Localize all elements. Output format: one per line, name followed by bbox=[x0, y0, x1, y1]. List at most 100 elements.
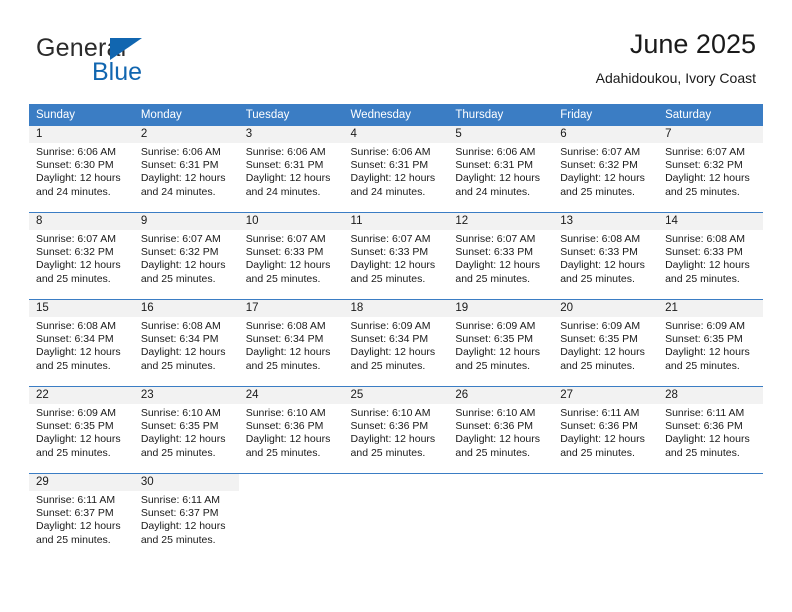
sunrise-text: Sunrise: 6:07 AM bbox=[245, 233, 326, 245]
sunrise-text: Sunrise: 6:10 AM bbox=[140, 407, 221, 419]
calendar-day-cell[interactable]: 6 Sunrise: 6:07 AM Sunset: 6:32 PM Daylight… bbox=[553, 126, 659, 213]
sunset-text: Sunset: 6:32 PM bbox=[560, 159, 638, 172]
calendar-day-cell-empty bbox=[553, 473, 659, 560]
calendar-day-cell[interactable]: 30 Sunrise: 6:11 AM Sunset: 6:37 PM Dayligh… bbox=[133, 473, 239, 560]
sunset-text: Sunset: 6:32 PM bbox=[140, 246, 219, 259]
calendar-day-cell[interactable]: 24 Sunrise: 6:10 AM Sunset: 6:36 PM Dayligh… bbox=[238, 386, 344, 474]
sunrise-text: Sunrise: 6:11 AM bbox=[560, 407, 640, 419]
sunrise-text: Sunrise: 6:08 AM bbox=[140, 320, 221, 332]
daylight-text-line2: and 24 minutes. bbox=[140, 185, 216, 198]
day-number bbox=[343, 474, 449, 491]
daylight-text-line2: and 25 minutes. bbox=[245, 272, 321, 285]
day-number: 17 bbox=[238, 300, 344, 317]
day-number: 5 bbox=[448, 126, 554, 143]
daylight-text-line2: and 25 minutes. bbox=[36, 533, 111, 546]
calendar-day-cell[interactable]: 8 Sunrise: 6:07 AM Sunset: 6:32 PM Daylight… bbox=[29, 212, 134, 300]
daylight-text-line2: and 25 minutes. bbox=[36, 272, 111, 285]
sunset-text: Sunset: 6:33 PM bbox=[560, 246, 638, 259]
sunrise-text: Sunrise: 6:10 AM bbox=[455, 407, 536, 419]
day-number: 20 bbox=[553, 300, 659, 317]
sunrise-text: Sunrise: 6:09 AM bbox=[36, 407, 116, 419]
sunset-text: Sunset: 6:31 PM bbox=[455, 159, 534, 172]
calendar-day-cell[interactable]: 18 Sunrise: 6:09 AM Sunset: 6:34 PM Dayligh… bbox=[343, 299, 449, 387]
daylight-text-line2: and 25 minutes. bbox=[665, 185, 740, 198]
calendar-page: General Blue June 2025 Adahidoukou, Ivor… bbox=[0, 0, 792, 612]
daylight-text-line1: Daylight: 12 hours bbox=[140, 433, 226, 446]
calendar-table: Sunday Monday Tuesday Wednesday Thursday… bbox=[29, 104, 763, 560]
day-number bbox=[238, 474, 344, 491]
day-number bbox=[658, 474, 763, 491]
daylight-text-line2: and 25 minutes. bbox=[455, 359, 531, 372]
daylight-text-line2: and 25 minutes. bbox=[350, 446, 426, 459]
calendar-day-cell[interactable]: 9 Sunrise: 6:07 AM Sunset: 6:32 PM Daylight… bbox=[133, 212, 239, 300]
sunrise-text: Sunrise: 6:08 AM bbox=[665, 233, 746, 245]
day-number: 10 bbox=[238, 213, 344, 230]
sunset-text: Sunset: 6:37 PM bbox=[36, 507, 114, 520]
sunrise-text: Sunrise: 6:07 AM bbox=[560, 146, 641, 158]
page-title: June 2025 bbox=[629, 29, 756, 59]
calendar-day-cell[interactable]: 2 Sunrise: 6:06 AM Sunset: 6:31 PM Daylight… bbox=[133, 126, 239, 213]
calendar-day-cell[interactable]: 25 Sunrise: 6:10 AM Sunset: 6:36 PM Dayligh… bbox=[343, 386, 449, 474]
sunrise-text: Sunrise: 6:07 AM bbox=[140, 233, 221, 245]
daylight-text-line1: Daylight: 12 hours bbox=[140, 259, 226, 272]
day-number: 12 bbox=[448, 213, 554, 230]
day-number: 11 bbox=[343, 213, 449, 230]
calendar-day-cell[interactable]: 21 Sunrise: 6:09 AM Sunset: 6:35 PM Dayligh… bbox=[658, 299, 763, 387]
daylight-text-line1: Daylight: 12 hours bbox=[245, 433, 331, 446]
title-block: June 2025 Adahidoukou, Ivory Coast bbox=[596, 29, 756, 85]
brand-logo[interactable]: General Blue bbox=[36, 36, 266, 92]
daylight-text-line2: and 25 minutes. bbox=[665, 359, 740, 372]
calendar-day-cell[interactable]: 13 Sunrise: 6:08 AM Sunset: 6:33 PM Dayligh… bbox=[553, 212, 659, 300]
calendar-day-cell[interactable]: 11 Sunrise: 6:07 AM Sunset: 6:33 PM Dayligh… bbox=[343, 212, 449, 300]
calendar-day-cell[interactable]: 3 Sunrise: 6:06 AM Sunset: 6:31 PM Daylight… bbox=[238, 126, 344, 213]
weekday-header-thursday: Thursday bbox=[448, 104, 554, 126]
calendar-day-cell[interactable]: 16 Sunrise: 6:08 AM Sunset: 6:34 PM Dayligh… bbox=[133, 299, 239, 387]
daylight-text-line1: Daylight: 12 hours bbox=[455, 259, 541, 272]
daylight-text-line2: and 25 minutes. bbox=[140, 359, 216, 372]
calendar-day-cell[interactable]: 5 Sunrise: 6:06 AM Sunset: 6:31 PM Daylight… bbox=[448, 126, 554, 213]
sunset-text: Sunset: 6:36 PM bbox=[245, 420, 324, 433]
calendar-day-cell[interactable]: 17 Sunrise: 6:08 AM Sunset: 6:34 PM Dayligh… bbox=[238, 299, 344, 387]
sunrise-text: Sunrise: 6:06 AM bbox=[245, 146, 326, 158]
sunset-text: Sunset: 6:36 PM bbox=[350, 420, 429, 433]
sunrise-text: Sunrise: 6:08 AM bbox=[245, 320, 326, 332]
sunset-text: Sunset: 6:32 PM bbox=[665, 159, 743, 172]
calendar-week-row: 1 Sunrise: 6:06 AM Sunset: 6:30 PM Daylight… bbox=[29, 126, 763, 213]
calendar-day-cell[interactable]: 20 Sunrise: 6:09 AM Sunset: 6:35 PM Dayligh… bbox=[553, 299, 659, 387]
daylight-text-line1: Daylight: 12 hours bbox=[350, 259, 436, 272]
calendar-day-cell[interactable]: 28 Sunrise: 6:11 AM Sunset: 6:36 PM Dayligh… bbox=[658, 386, 763, 474]
daylight-text-line2: and 25 minutes. bbox=[560, 185, 635, 198]
calendar-day-cell[interactable]: 12 Sunrise: 6:07 AM Sunset: 6:33 PM Dayligh… bbox=[448, 212, 554, 300]
weekday-header-wednesday: Wednesday bbox=[343, 104, 449, 126]
calendar-day-cell[interactable]: 15 Sunrise: 6:08 AM Sunset: 6:34 PM Dayligh… bbox=[29, 299, 134, 387]
calendar-day-cell[interactable]: 26 Sunrise: 6:10 AM Sunset: 6:36 PM Dayligh… bbox=[448, 386, 554, 474]
daylight-text-line2: and 24 minutes. bbox=[350, 185, 426, 198]
weekday-header-monday: Monday bbox=[133, 104, 239, 126]
calendar-day-cell[interactable]: 14 Sunrise: 6:08 AM Sunset: 6:33 PM Dayligh… bbox=[658, 212, 763, 300]
calendar-day-cell[interactable]: 1 Sunrise: 6:06 AM Sunset: 6:30 PM Daylight… bbox=[29, 126, 134, 213]
calendar-day-cell[interactable]: 22 Sunrise: 6:09 AM Sunset: 6:35 PM Dayligh… bbox=[29, 386, 134, 474]
calendar-day-cell[interactable]: 19 Sunrise: 6:09 AM Sunset: 6:35 PM Dayligh… bbox=[448, 299, 554, 387]
day-number: 7 bbox=[658, 126, 763, 143]
calendar-day-cell[interactable]: 4 Sunrise: 6:06 AM Sunset: 6:31 PM Daylight… bbox=[343, 126, 449, 213]
calendar-header-row: Sunday Monday Tuesday Wednesday Thursday… bbox=[29, 104, 763, 126]
day-number: 9 bbox=[133, 213, 239, 230]
daylight-text-line1: Daylight: 12 hours bbox=[36, 172, 121, 185]
sunrise-text: Sunrise: 6:06 AM bbox=[36, 146, 116, 158]
daylight-text-line1: Daylight: 12 hours bbox=[140, 520, 226, 533]
sunrise-text: Sunrise: 6:08 AM bbox=[36, 320, 116, 332]
daylight-text-line2: and 24 minutes. bbox=[245, 185, 321, 198]
day-number: 8 bbox=[29, 213, 134, 230]
sunset-text: Sunset: 6:34 PM bbox=[36, 333, 114, 346]
calendar-day-cell[interactable]: 10 Sunrise: 6:07 AM Sunset: 6:33 PM Dayligh… bbox=[238, 212, 344, 300]
daylight-text-line1: Daylight: 12 hours bbox=[560, 433, 645, 446]
daylight-text-line1: Daylight: 12 hours bbox=[665, 346, 750, 359]
calendar-day-cell[interactable]: 27 Sunrise: 6:11 AM Sunset: 6:36 PM Dayligh… bbox=[553, 386, 659, 474]
calendar-day-cell[interactable]: 23 Sunrise: 6:10 AM Sunset: 6:35 PM Dayligh… bbox=[133, 386, 239, 474]
day-number: 15 bbox=[29, 300, 134, 317]
calendar-day-cell[interactable]: 7 Sunrise: 6:07 AM Sunset: 6:32 PM Daylight… bbox=[658, 126, 763, 213]
sunset-text: Sunset: 6:33 PM bbox=[350, 246, 429, 259]
day-number: 4 bbox=[343, 126, 449, 143]
calendar-day-cell[interactable]: 29 Sunrise: 6:11 AM Sunset: 6:37 PM Dayligh… bbox=[29, 473, 134, 560]
daylight-text-line2: and 25 minutes. bbox=[665, 446, 740, 459]
